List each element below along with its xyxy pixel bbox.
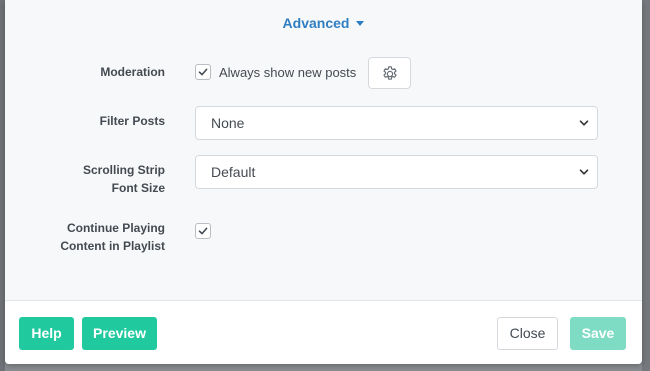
help-button[interactable]: Help	[19, 317, 74, 350]
font-size-select[interactable]: Default	[195, 155, 598, 189]
filter-posts-value: None	[211, 115, 245, 131]
chevron-down-icon	[579, 169, 589, 175]
continue-playing-checkbox[interactable]	[195, 223, 211, 239]
moderation-checkbox[interactable]	[195, 64, 211, 80]
advanced-label: Advanced	[282, 15, 350, 31]
settings-modal: Advanced Moderation Always show new post…	[5, 0, 642, 364]
preview-button[interactable]: Preview	[82, 317, 157, 350]
filter-posts-select[interactable]: None	[195, 106, 598, 140]
filter-posts-label: Filter Posts	[99, 114, 165, 128]
continue-playing-label: Continue Playing Content in Playlist	[60, 219, 165, 255]
font-size-label-line2: Font Size	[111, 181, 165, 195]
caret-down-icon	[356, 20, 365, 26]
save-button[interactable]: Save	[570, 317, 626, 350]
continue-playing-label-line1: Continue Playing	[66, 221, 165, 235]
backdrop-right	[642, 0, 650, 371]
close-button[interactable]: Close	[497, 317, 558, 350]
font-size-label-line1: Scrolling Strip	[82, 163, 165, 177]
gear-icon	[383, 66, 397, 80]
checkmark-icon	[198, 68, 208, 76]
moderation-label: Moderation	[100, 65, 165, 79]
checkmark-icon	[198, 227, 208, 235]
font-size-label: Scrolling Strip Font Size	[83, 161, 165, 197]
always-show-new-posts-label[interactable]: Always show new posts	[219, 65, 356, 80]
modal-footer: Help Preview Close Save	[5, 300, 642, 364]
moderation-settings-button[interactable]	[368, 57, 411, 89]
chevron-down-icon	[579, 120, 589, 126]
advanced-toggle[interactable]: Advanced	[5, 15, 642, 31]
font-size-value: Default	[211, 164, 256, 180]
continue-playing-label-line2: Content in Playlist	[60, 239, 165, 253]
